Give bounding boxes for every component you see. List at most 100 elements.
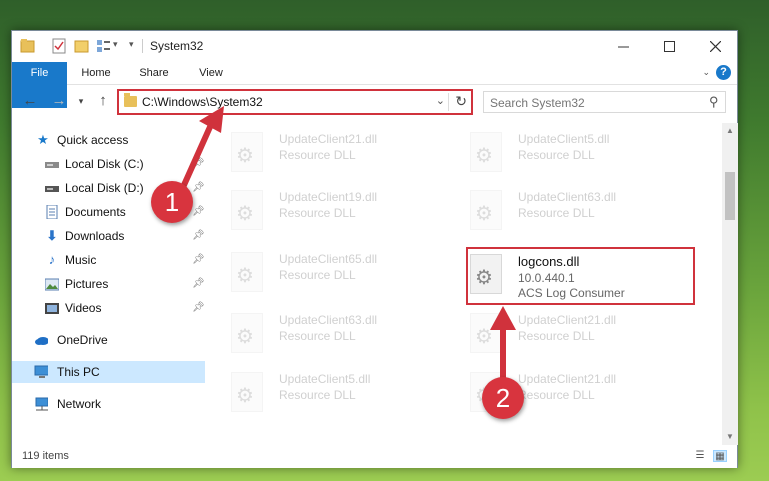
dll-file-icon: ⚙ xyxy=(470,313,502,353)
search-icon[interactable]: ⚲ xyxy=(709,94,719,110)
vertical-scrollbar[interactable]: ▲ ▼ xyxy=(722,123,738,445)
pin-icon[interactable]: 📌︎ xyxy=(192,201,205,223)
chevron-down-icon: ▾ xyxy=(78,96,84,106)
close-button[interactable] xyxy=(692,31,738,61)
maximize-icon xyxy=(663,40,675,52)
file-name: UpdateClient63.dll xyxy=(518,190,617,204)
sidebar-item-label: Quick access xyxy=(57,133,129,147)
star-icon: ★ xyxy=(37,132,49,147)
sidebar-item-label: Local Disk (D:) xyxy=(65,181,144,195)
scroll-up-icon[interactable]: ▲ xyxy=(722,123,738,139)
file-type: Resource DLL xyxy=(518,148,595,162)
minimize-button[interactable] xyxy=(600,31,646,61)
large-icons-view-icon[interactable]: ▦ xyxy=(713,450,727,462)
details-view-icon[interactable]: ☰ xyxy=(693,450,707,462)
tab-home[interactable]: Home xyxy=(72,62,120,85)
sidebar-item-downloads[interactable]: ⬇ Downloads 📌︎ xyxy=(12,225,205,247)
sidebar-item-label: This PC xyxy=(57,365,100,379)
step-1-badge: 1 xyxy=(151,181,193,223)
tab-view[interactable]: View xyxy=(187,62,235,85)
minimize-icon xyxy=(617,46,629,47)
pin-icon[interactable]: 📌︎ xyxy=(192,225,205,247)
list-item[interactable]: ⚙ UpdateClient65.dll Resource DLL xyxy=(217,249,447,295)
sidebar-item-network[interactable]: Network xyxy=(12,393,205,415)
sidebar-item-videos[interactable]: Videos 📌︎ xyxy=(12,297,205,319)
maximize-button[interactable] xyxy=(646,31,692,61)
file-name: UpdateClient63.dll xyxy=(279,313,378,327)
expand-ribbon-icon[interactable]: ⌄ xyxy=(702,67,710,78)
sidebar-item-local-disk-c[interactable]: Local Disk (C:) 📌︎ xyxy=(12,153,205,175)
dll-file-icon: ⚙ xyxy=(231,252,263,292)
sidebar-item-onedrive[interactable]: OneDrive xyxy=(12,329,205,351)
file-name: UpdateClient5.dll xyxy=(518,132,610,146)
chevron-down-icon[interactable]: ▾ xyxy=(113,39,118,50)
help-button[interactable]: ? xyxy=(716,65,731,80)
file-type: Resource DLL xyxy=(279,388,356,402)
item-count: 119 items xyxy=(22,450,69,462)
file-type: Resource DLL xyxy=(518,206,595,220)
list-item[interactable]: ⚙ UpdateClient5.dll Resource DLL xyxy=(456,129,686,175)
list-item[interactable]: ⚙ UpdateClient21.dll Resource DLL xyxy=(456,310,686,356)
file-type: Resource DLL xyxy=(279,148,356,162)
customize-toolbar-icon[interactable] xyxy=(96,38,112,54)
close-icon xyxy=(709,40,721,52)
sidebar-item-label: Music xyxy=(65,253,97,267)
list-item[interactable]: ⚙ UpdateClient19.dll Resource DLL xyxy=(217,187,447,233)
videos-icon xyxy=(45,303,59,314)
dll-file-icon: ⚙ xyxy=(231,190,263,230)
sidebar-item-pictures[interactable]: Pictures 📌︎ xyxy=(12,273,205,295)
dll-file-icon: ⚙ xyxy=(470,132,502,172)
pin-icon[interactable]: 📌︎ xyxy=(192,177,205,199)
scroll-thumb[interactable] xyxy=(725,172,735,220)
file-type: Resource DLL xyxy=(279,268,356,282)
address-divider xyxy=(448,93,449,111)
drive-icon xyxy=(45,186,59,192)
new-folder-icon[interactable] xyxy=(74,38,90,54)
list-item[interactable]: ⚙ UpdateClient21.dll Resource DLL xyxy=(217,129,447,175)
sidebar-item-label: Downloads xyxy=(65,229,125,243)
dll-file-icon: ⚙ xyxy=(231,132,263,172)
pin-icon[interactable]: 📌︎ xyxy=(192,153,205,175)
sidebar-item-quick-access[interactable]: ★ Quick access xyxy=(12,129,205,151)
computer-icon xyxy=(34,365,48,378)
dll-file-icon: ⚙ xyxy=(231,372,263,412)
list-item[interactable]: ⚙ UpdateClient63.dll Resource DLL xyxy=(217,310,447,356)
pin-icon[interactable]: 📌︎ xyxy=(192,297,205,319)
forward-button[interactable]: → xyxy=(50,92,68,109)
file-name: UpdateClient19.dll xyxy=(279,190,378,204)
file-type: Resource DLL xyxy=(518,388,595,402)
tab-share[interactable]: Share xyxy=(130,62,178,85)
folder-icon xyxy=(124,93,137,107)
dll-file-icon: ⚙ xyxy=(470,190,502,230)
recent-locations-button[interactable]: ▾ xyxy=(72,96,90,107)
list-item[interactable]: ⚙ UpdateClient5.dll Resource DLL xyxy=(217,369,447,415)
quick-access-dropdown-icon[interactable]: ▾ xyxy=(129,39,134,50)
pictures-icon xyxy=(45,278,59,291)
sidebar-item-label: Documents xyxy=(65,205,126,219)
search-input[interactable] xyxy=(490,95,690,110)
sidebar-item-this-pc[interactable]: This PC xyxy=(12,361,205,383)
file-type: Resource DLL xyxy=(518,329,595,343)
address-path[interactable]: C:\Windows\System32 xyxy=(142,95,263,109)
properties-icon[interactable] xyxy=(52,38,66,54)
file-name: UpdateClient21.dll xyxy=(518,313,617,327)
chevron-down-icon[interactable]: ⌄ xyxy=(436,94,445,107)
ribbon-tabs: File Home Share View ⌄ ? xyxy=(12,62,737,108)
title-divider xyxy=(142,39,143,53)
dll-file-icon: ⚙ xyxy=(231,313,263,353)
sidebar-item-label: Local Disk (C:) xyxy=(65,157,144,171)
list-item[interactable]: ⚙ UpdateClient63.dll Resource DLL xyxy=(456,187,686,233)
file-type: Resource DLL xyxy=(279,206,356,220)
back-button[interactable]: ← xyxy=(21,92,39,109)
arrow-right-icon: → xyxy=(51,92,67,109)
search-box[interactable]: ⚲ xyxy=(483,91,726,113)
scroll-down-icon[interactable]: ▼ xyxy=(722,429,738,445)
sidebar-item-label: Pictures xyxy=(65,277,109,291)
up-button[interactable]: ↑ xyxy=(94,92,112,109)
refresh-icon[interactable]: ↻ xyxy=(455,93,467,110)
pin-icon[interactable]: 📌︎ xyxy=(192,249,205,271)
file-name: UpdateClient5.dll xyxy=(279,372,371,386)
sidebar-item-music[interactable]: ♪ Music 📌︎ xyxy=(12,249,205,271)
address-bar[interactable]: C:\Windows\System32 ⌄ ↻ xyxy=(117,89,473,115)
pin-icon[interactable]: 📌︎ xyxy=(192,273,205,295)
